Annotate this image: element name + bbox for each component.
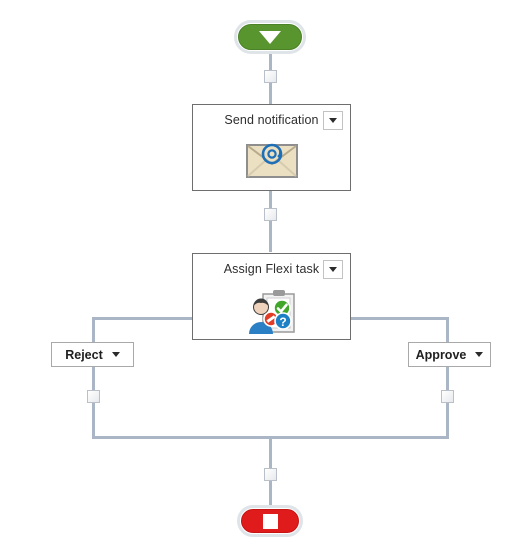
activity-title: Send notification — [224, 113, 319, 127]
square-stop-icon — [262, 513, 278, 529]
connector-branch-right-down[interactable] — [446, 317, 449, 343]
activity-body — [193, 135, 350, 179]
chevron-down-icon[interactable] — [111, 352, 120, 357]
chevron-down-icon — [329, 267, 337, 272]
activity-header: Send notification — [193, 105, 350, 135]
connector-reject-down[interactable] — [92, 367, 95, 439]
connector-branch-left-horizontal[interactable] — [92, 317, 192, 320]
activity-body: ? — [193, 284, 350, 336]
connector-node[interactable] — [264, 70, 277, 83]
branch-reject[interactable]: Reject — [51, 342, 134, 367]
connector-node[interactable] — [441, 390, 454, 403]
chevron-down-icon — [329, 118, 337, 123]
svg-text:?: ? — [279, 315, 286, 329]
connector-node[interactable] — [87, 390, 100, 403]
activity-send-notification[interactable]: Send notification — [192, 104, 351, 191]
branch-label: Approve — [415, 347, 467, 362]
activity-assign-flexi-task[interactable]: Assign Flexi task ? — [192, 253, 351, 340]
chevron-down-icon[interactable] — [475, 352, 484, 357]
connector-approve-down[interactable] — [446, 367, 449, 439]
email-envelope-icon — [245, 143, 298, 178]
stop-node-pill — [241, 509, 299, 533]
activity-title: Assign Flexi task — [223, 262, 320, 276]
connector-node[interactable] — [264, 468, 277, 481]
assign-task-clipboard-icon: ? — [248, 290, 295, 334]
connector-branch-left-down[interactable] — [92, 317, 95, 343]
activity-dropdown-button[interactable] — [323, 111, 343, 130]
activity-header: Assign Flexi task — [193, 254, 350, 284]
stop-node[interactable] — [237, 505, 303, 537]
activity-dropdown-button[interactable] — [323, 260, 343, 279]
connector-send-to-assign[interactable] — [269, 190, 272, 252]
start-node-pill — [238, 24, 302, 50]
start-node[interactable] — [234, 20, 306, 54]
connector-node[interactable] — [264, 208, 277, 221]
triangle-down-icon — [259, 30, 281, 44]
workflow-canvas: Send notification Assign Flexi task ? Re… — [0, 0, 507, 560]
connector-branch-right-horizontal[interactable] — [350, 317, 449, 320]
branch-label: Reject — [65, 347, 103, 362]
branch-approve[interactable]: Approve — [408, 342, 491, 367]
